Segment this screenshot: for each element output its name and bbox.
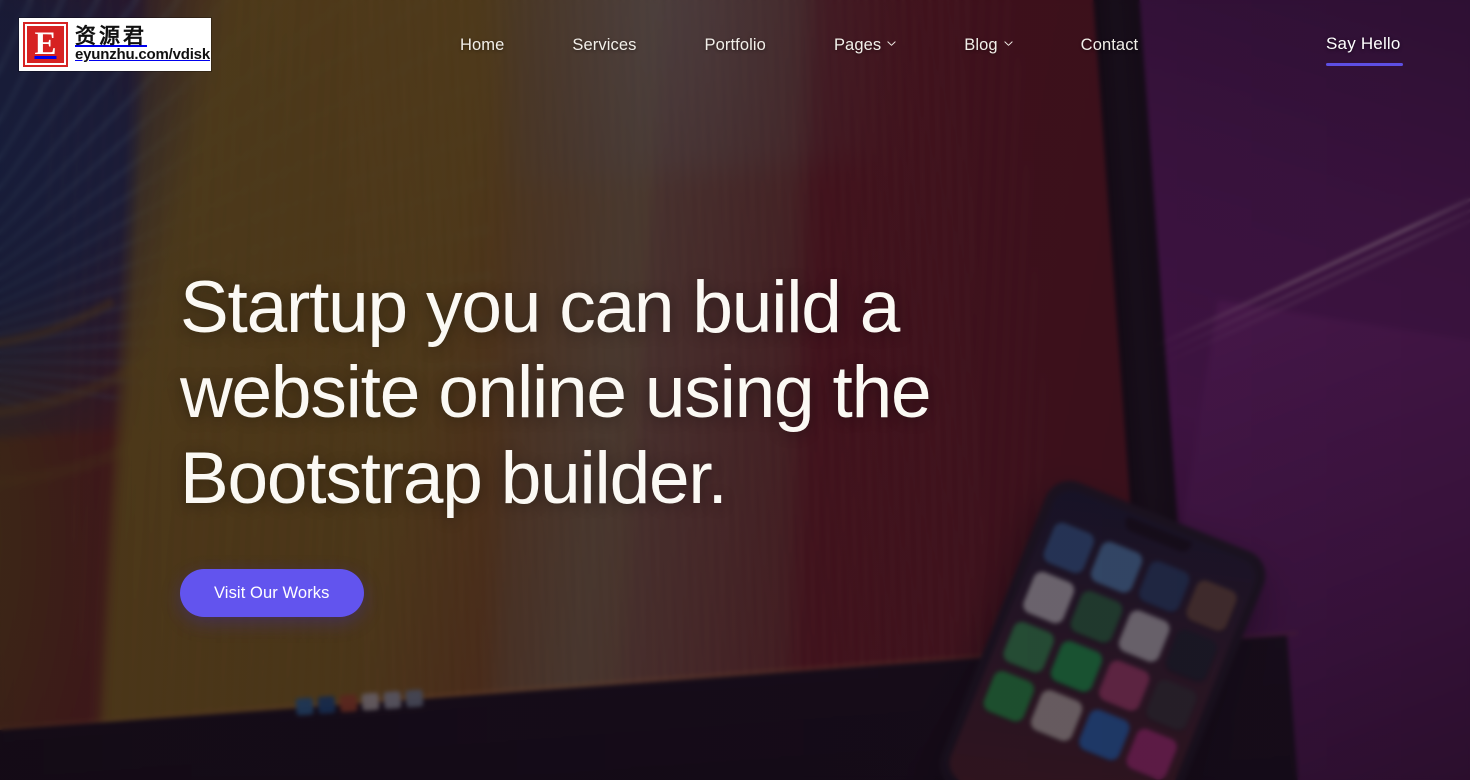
main-navigation: Home Services Portfolio Pages Blog Contact [426, 36, 1172, 55]
nav-item-services[interactable]: Services [538, 36, 670, 55]
chevron-down-icon [1004, 39, 1013, 48]
nav-item-contact[interactable]: Contact [1047, 36, 1173, 55]
nav-item-home[interactable]: Home [426, 36, 538, 55]
say-hello-label: Say Hello [1326, 34, 1401, 53]
nav-item-label: Home [460, 36, 505, 54]
nav-item-label: Services [572, 36, 637, 54]
logo-brand-name: 资源君 [75, 24, 147, 49]
visit-our-works-button[interactable]: Visit Our Works [180, 569, 364, 618]
hero-section: E 资源君 eyunzhu.com/vdisk Home Services Port… [0, 0, 1470, 780]
say-hello-button[interactable]: Say Hello [1326, 34, 1403, 66]
site-logo[interactable]: E 资源君 eyunzhu.com/vdisk [19, 18, 211, 71]
say-hello-underline [1326, 63, 1403, 66]
logo-url: eyunzhu.com/vdisk [75, 46, 210, 64]
nav-item-label: Contact [1080, 36, 1139, 54]
chevron-down-icon [887, 39, 896, 48]
nav-item-pages[interactable]: Pages [800, 36, 930, 55]
nav-item-label: Pages [833, 36, 882, 54]
logo-text: 资源君 eyunzhu.com/vdisk [75, 25, 210, 64]
nav-item-portfolio[interactable]: Portfolio [671, 36, 800, 55]
page-title: Startup you can build a website online u… [180, 267, 932, 519]
hero-content: Startup you can build a website online u… [180, 265, 1080, 618]
logo-mark-letter: E [25, 24, 66, 65]
nav-item-label: Blog [964, 36, 998, 54]
logo-mark-icon: E [23, 22, 68, 67]
site-header: E 资源君 eyunzhu.com/vdisk Home Services Port… [0, 0, 1470, 95]
nav-item-blog[interactable]: Blog [930, 36, 1046, 55]
nav-item-label: Portfolio [704, 36, 766, 54]
